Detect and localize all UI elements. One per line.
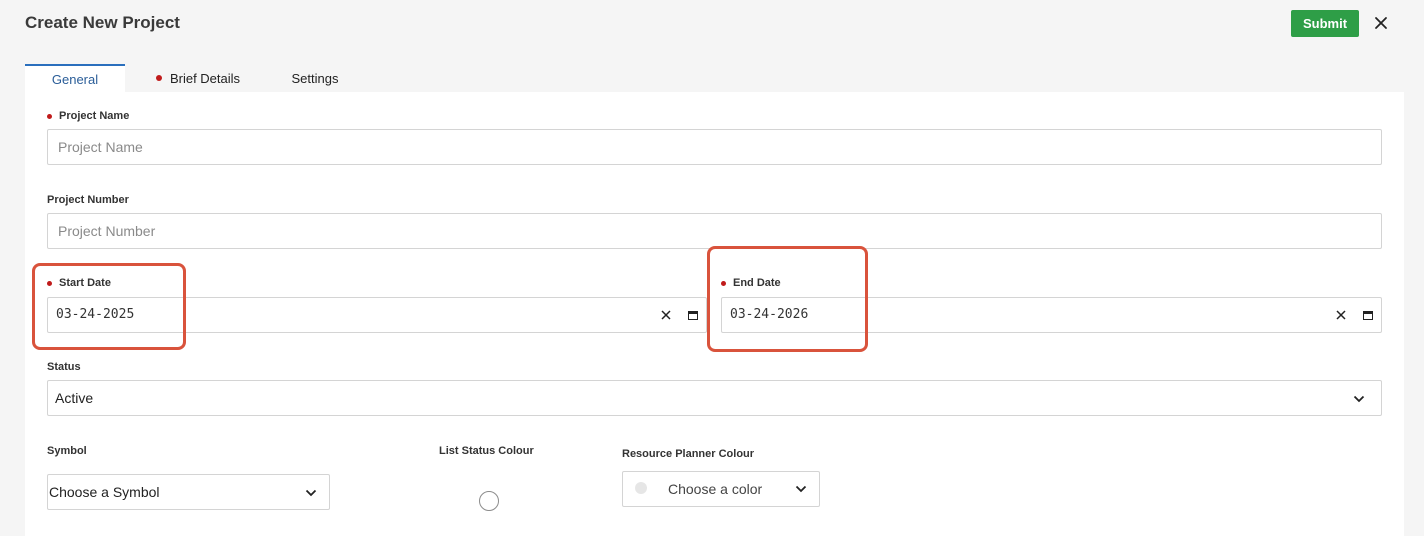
start-date-label: Start Date bbox=[47, 277, 111, 289]
color-swatch bbox=[635, 482, 647, 494]
color-picker-value: Choose a color bbox=[668, 481, 763, 497]
project-number-input[interactable] bbox=[47, 213, 1382, 249]
tab-settings[interactable]: Settings bbox=[279, 64, 351, 92]
close-icon[interactable] bbox=[1371, 13, 1391, 33]
chevron-down-icon bbox=[1352, 392, 1366, 406]
end-date-input[interactable]: 03-24-2026 bbox=[721, 297, 1382, 333]
create-project-page: Create New Project Submit General Brief … bbox=[0, 0, 1424, 536]
list-status-colour-picker[interactable] bbox=[479, 491, 499, 511]
required-indicator bbox=[47, 280, 52, 286]
chevron-down-icon bbox=[304, 486, 318, 500]
tab-label: Settings bbox=[291, 70, 339, 86]
symbol-label: Symbol bbox=[47, 445, 87, 457]
calendar-icon[interactable] bbox=[1361, 308, 1375, 322]
clear-icon[interactable] bbox=[1334, 308, 1348, 322]
project-number-label: Project Number bbox=[47, 194, 129, 206]
end-date-value: 03-24-2026 bbox=[730, 307, 809, 322]
symbol-select[interactable]: Choose a Symbol bbox=[47, 474, 330, 510]
calendar-icon[interactable] bbox=[686, 308, 700, 322]
status-label: Status bbox=[47, 361, 81, 373]
status-value: Active bbox=[55, 390, 94, 406]
required-indicator bbox=[721, 280, 726, 286]
tab-general[interactable]: General bbox=[25, 64, 125, 92]
end-date-label: End Date bbox=[721, 277, 781, 289]
start-date-input[interactable]: 03-24-2025 bbox=[47, 297, 707, 333]
page-title: Create New Project bbox=[25, 13, 180, 32]
required-indicator bbox=[155, 75, 162, 81]
submit-button[interactable]: Submit bbox=[1291, 10, 1359, 37]
tab-label: Brief Details bbox=[169, 70, 241, 86]
resource-planner-colour-picker[interactable]: Choose a color bbox=[622, 471, 820, 507]
chevron-down-icon bbox=[794, 482, 808, 496]
tab-label: General bbox=[51, 71, 99, 87]
project-name-label: Project Name bbox=[47, 110, 129, 122]
clear-icon[interactable] bbox=[659, 308, 673, 322]
start-date-value: 03-24-2025 bbox=[56, 307, 135, 322]
status-select[interactable]: Active bbox=[47, 380, 1382, 416]
project-name-input[interactable] bbox=[47, 129, 1382, 165]
tab-brief-details[interactable]: Brief Details bbox=[143, 64, 253, 92]
resource-planner-colour-label: Resource Planner Colour bbox=[622, 448, 755, 460]
tab-bar: General Brief Details Settings bbox=[25, 64, 1404, 92]
list-status-colour-label: List Status Colour bbox=[439, 445, 534, 457]
symbol-value: Choose a Symbol bbox=[49, 484, 160, 500]
required-indicator bbox=[47, 113, 52, 119]
